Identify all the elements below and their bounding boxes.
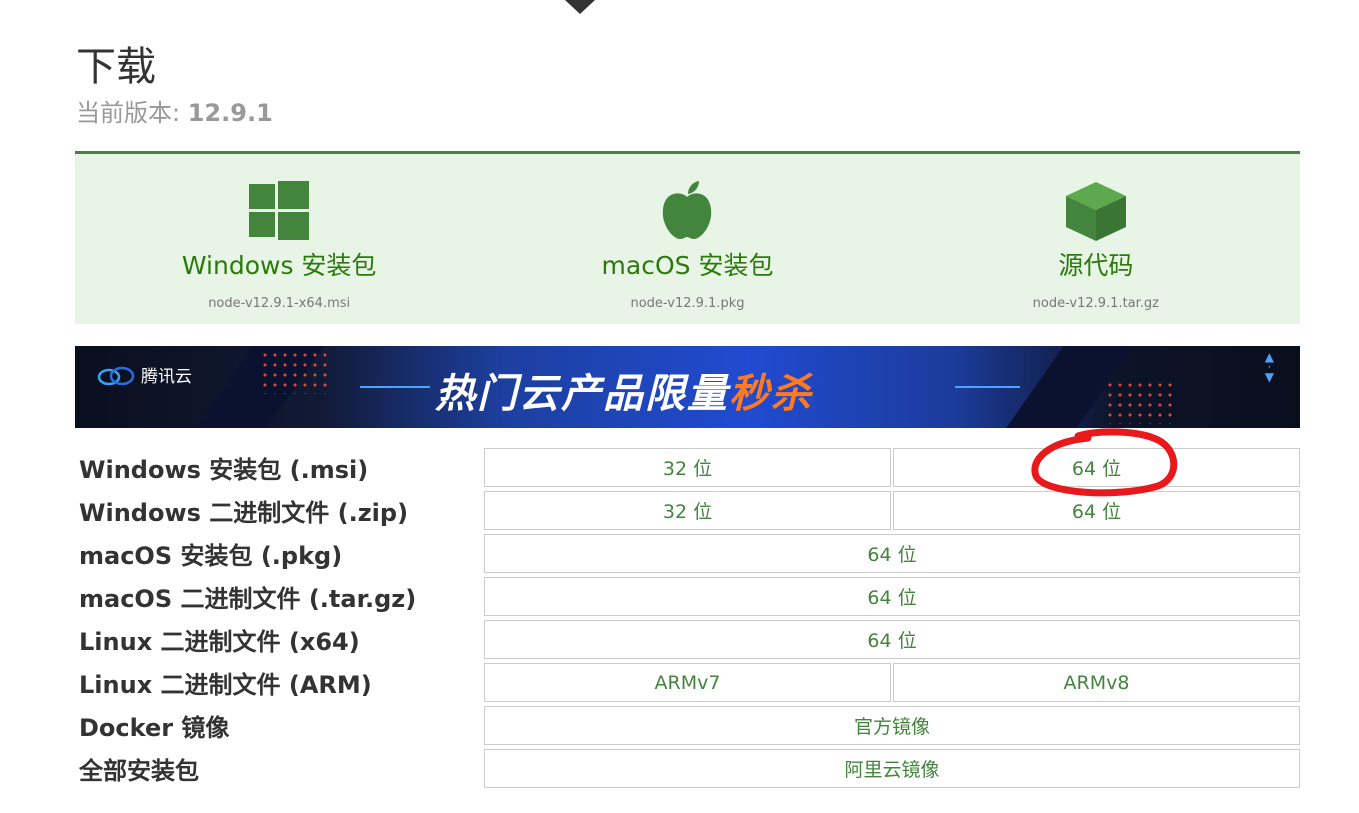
current-version: 当前版本: 12.9.1 [76, 93, 273, 128]
row-label: Linux 二进制文件 (ARM) [79, 671, 372, 699]
table-row: Linux 二进制文件 (x64) 64 位 [75, 618, 1300, 661]
download-label: macOS 安装包 [601, 251, 774, 280]
download-filename: node-v12.9.1.tar.gz [1032, 296, 1160, 311]
download-link-64bit[interactable]: 64 位 [893, 491, 1300, 530]
download-source-code[interactable]: 源代码 node-v12.9.1.tar.gz [892, 154, 1300, 324]
download-link-64bit[interactable]: 64 位 [484, 577, 1300, 616]
version-value: 12.9.1 [187, 99, 273, 127]
downloads-table: Windows 安装包 (.msi) 32 位 64 位 Windows 二进制… [75, 446, 1300, 790]
download-label: Windows 安装包 [181, 251, 377, 280]
download-link-64bit[interactable]: 64 位 [893, 448, 1300, 487]
source-box-icon [1064, 180, 1128, 242]
download-filename: node-v12.9.1.pkg [630, 296, 745, 311]
row-label: macOS 二进制文件 (.tar.gz) [79, 585, 417, 613]
row-label: macOS 安装包 (.pkg) [79, 542, 343, 570]
download-label: 源代码 [1058, 251, 1134, 280]
table-row: macOS 安装包 (.pkg) 64 位 [75, 532, 1300, 575]
version-label: 当前版本: [76, 99, 181, 127]
download-link-armv7[interactable]: ARMv7 [484, 663, 891, 702]
aliyun-mirror-link[interactable]: 阿里云镜像 [484, 749, 1300, 788]
row-label: 全部安装包 [79, 757, 199, 785]
cloud-icon [97, 366, 135, 385]
download-macos-installer[interactable]: macOS 安装包 node-v12.9.1.pkg [483, 154, 891, 324]
windows-icon [249, 180, 310, 242]
table-row: Windows 二进制文件 (.zip) 32 位 64 位 [75, 489, 1300, 532]
download-link-64bit[interactable]: 64 位 [484, 620, 1300, 659]
banner-decoration [1105, 380, 1175, 424]
banner-highlight-text: 秒杀 [729, 371, 813, 417]
banner-decoration [360, 386, 430, 388]
row-label: Windows 安装包 (.msi) [79, 456, 369, 484]
table-row: 全部安装包 阿里云镜像 [75, 747, 1300, 790]
apple-icon [661, 180, 713, 242]
download-link-64bit[interactable]: 64 位 [484, 534, 1300, 573]
download-link-32bit[interactable]: 32 位 [484, 448, 891, 487]
menu-caret-icon [565, 0, 595, 14]
table-row: Linux 二进制文件 (ARM) ARMv7 ARMv8 [75, 661, 1300, 704]
tencent-cloud-logo: 腾讯云 [97, 362, 192, 387]
table-row: Docker 镜像 官方镜像 [75, 704, 1300, 747]
page-title: 下载 [76, 44, 156, 90]
download-filename: node-v12.9.1-x64.msi [208, 296, 351, 311]
banner-headline-text: 热门云产品限量 [435, 371, 729, 417]
table-row: macOS 二进制文件 (.tar.gz) 64 位 [75, 575, 1300, 618]
banner-scroll-icon: ▲ · ▼ [1264, 350, 1274, 384]
download-link-armv8[interactable]: ARMv8 [893, 663, 1300, 702]
download-windows-installer[interactable]: Windows 安装包 node-v12.9.1-x64.msi [75, 154, 483, 324]
download-strip: Windows 安装包 node-v12.9.1-x64.msi macOS 安… [75, 151, 1300, 324]
docker-official-image-link[interactable]: 官方镜像 [484, 706, 1300, 745]
banner-decoration [955, 386, 1020, 388]
row-label: Windows 二进制文件 (.zip) [79, 499, 409, 527]
banner-brand: 腾讯云 [141, 367, 192, 387]
row-label: Linux 二进制文件 (x64) [79, 628, 360, 656]
ad-banner[interactable]: 腾讯云 热门云产品限量秒杀 ▲ · ▼ [75, 346, 1300, 428]
table-row: Windows 安装包 (.msi) 32 位 64 位 [75, 446, 1300, 489]
banner-headline: 热门云产品限量秒杀 [435, 361, 813, 419]
download-link-32bit[interactable]: 32 位 [484, 491, 891, 530]
row-label: Docker 镜像 [79, 714, 230, 742]
banner-decoration [260, 350, 330, 394]
